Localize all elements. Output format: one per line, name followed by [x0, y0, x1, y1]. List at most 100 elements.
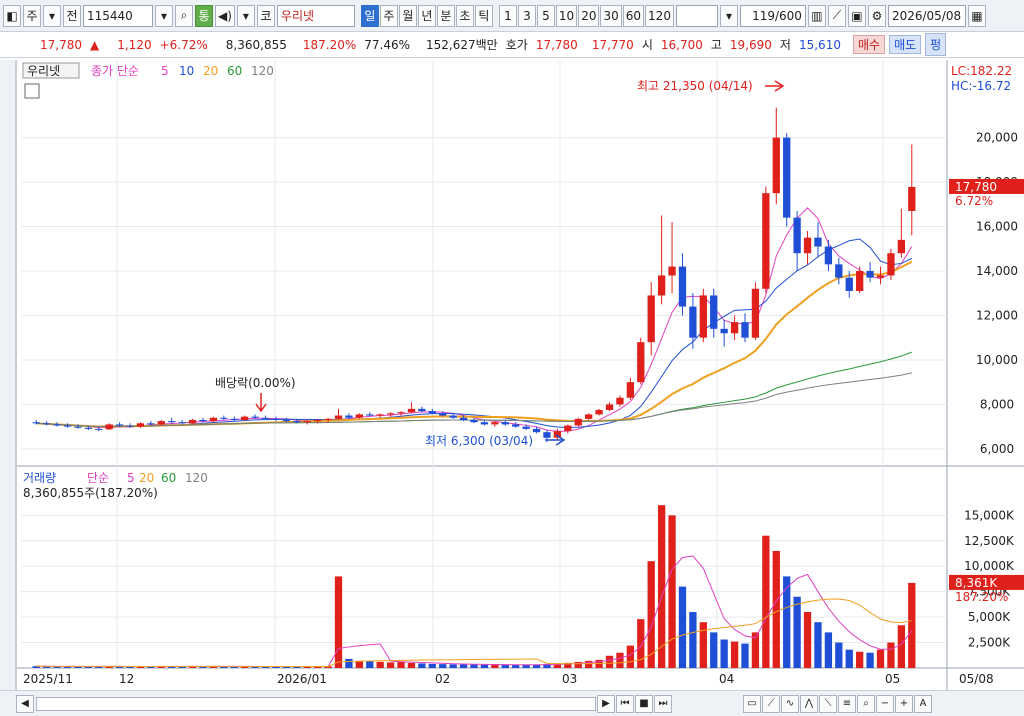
volume-bar	[845, 649, 853, 668]
tool-fibo-icon[interactable]: ≡	[838, 694, 856, 713]
speaker-icon[interactable]: ◀)	[215, 4, 235, 27]
tab-interval-1[interactable]: 3	[517, 4, 536, 27]
save-icon[interactable]: ▣	[847, 4, 866, 27]
buy-button[interactable]: 매수	[852, 35, 886, 54]
stock-name[interactable]: 우리넷	[276, 4, 355, 27]
tab-period-6[interactable]: 틱	[474, 4, 493, 27]
candle-body	[543, 432, 551, 438]
volume-bar	[637, 619, 645, 668]
co-button[interactable]: 코	[256, 4, 275, 27]
interval-dropdown-icon[interactable]: ▾	[719, 4, 738, 27]
text-tool-icon[interactable]: A	[914, 694, 932, 713]
tab-interval-4[interactable]: 20	[578, 4, 600, 27]
market-button[interactable]: 주	[23, 4, 41, 27]
code-dropdown-icon[interactable]: ▾	[155, 4, 173, 27]
magnify-icon[interactable]: ⌕	[857, 694, 875, 713]
change-arrow: ▲	[90, 37, 100, 52]
prev-button[interactable]: 전	[63, 4, 81, 27]
scroll-track[interactable]	[36, 696, 596, 711]
calendar-icon[interactable]: ▦	[967, 4, 986, 27]
tab-period-3[interactable]: 년	[417, 4, 436, 27]
forward-icon[interactable]: ⏭	[654, 694, 672, 713]
gear-icon[interactable]: ⚙	[867, 4, 886, 27]
volume-legend-ma60: 60	[161, 471, 176, 485]
tool-trend-icon[interactable]: ⟍	[819, 694, 837, 713]
tab-period-4[interactable]: 분	[436, 4, 455, 27]
sell-button[interactable]: 매도	[889, 35, 922, 54]
chart-area[interactable]: 20,00018,00016,00014,00012,00010,0008,00…	[16, 60, 1024, 690]
rewind-icon[interactable]: ⏮	[616, 694, 634, 713]
tong-button[interactable]: 통	[195, 4, 213, 27]
tool-wave-icon[interactable]: ∿	[781, 694, 799, 713]
volume-bar	[824, 632, 833, 668]
speaker-dropdown-icon[interactable]: ▾	[236, 4, 255, 27]
volume-bar	[418, 663, 426, 668]
stock-chart[interactable]: 20,00018,00016,00014,00012,00010,0008,00…	[17, 60, 1024, 690]
search-icon[interactable]: ⌕	[175, 4, 193, 27]
code-input[interactable]: 115440	[83, 4, 153, 27]
candle-body	[32, 422, 40, 424]
stop-icon[interactable]: ■	[635, 694, 653, 713]
date-input[interactable]: 2026/05/08	[887, 4, 966, 27]
candle-body	[512, 424, 520, 427]
extra-button[interactable]: 펑	[925, 33, 947, 56]
line-tool-icon[interactable]: ⟋	[827, 4, 846, 27]
low-label: 저	[779, 38, 791, 52]
low-note: 최저 6,300 (03/04)	[425, 434, 533, 448]
tab-interval-2[interactable]: 5	[536, 4, 555, 27]
candle-body	[324, 418, 332, 420]
volume-bar	[616, 652, 624, 668]
scroll-left-icon[interactable]: ◀	[16, 694, 34, 713]
volume-bar	[386, 662, 395, 668]
candle-body	[386, 413, 395, 415]
market-dropdown-icon[interactable]: ▾	[43, 4, 61, 27]
tab-period-1[interactable]: 주	[379, 4, 398, 27]
count-input[interactable]: 119/600	[739, 4, 806, 27]
tool-rect-icon[interactable]: ▭	[743, 694, 761, 713]
legend-stock-name: 우리넷	[27, 64, 60, 78]
play-icon[interactable]: ▶	[597, 694, 615, 713]
chart-type-icon[interactable]: ▥	[807, 4, 826, 27]
candle-body	[355, 414, 363, 418]
volume-tick-label: 12,500K	[964, 534, 1015, 548]
candle-body	[157, 421, 165, 425]
volume-bar	[730, 641, 739, 668]
candle-body	[480, 422, 489, 425]
grid-toggle-icon[interactable]	[24, 83, 40, 99]
tab-interval-5[interactable]: 30	[600, 4, 622, 27]
tab-interval-7[interactable]: 120	[645, 4, 674, 27]
tab-period-2[interactable]: 월	[398, 4, 417, 27]
interval-input[interactable]	[675, 4, 718, 27]
candle-body	[282, 419, 291, 422]
candle-body	[845, 277, 853, 292]
volume-bar	[856, 651, 864, 668]
left-toolstrip[interactable]	[0, 60, 16, 716]
tab-period-0[interactable]: 일	[360, 4, 379, 27]
tool-zigzag-icon[interactable]: ⋀	[800, 694, 818, 713]
candle-body	[220, 417, 228, 419]
volume-legend-ma5: 5	[127, 471, 135, 485]
current-volume-rate-text: 187.20%	[955, 590, 1008, 604]
candle-body	[532, 428, 541, 433]
tab-interval-3[interactable]: 10	[555, 4, 578, 27]
candle-body	[897, 239, 906, 254]
candle-body	[241, 416, 249, 420]
layout-icon[interactable]: ◧	[3, 4, 21, 27]
tab-interval-6[interactable]: 60	[622, 4, 645, 27]
volume-bar	[428, 663, 436, 668]
zoom-out-icon[interactable]: −	[876, 694, 894, 713]
price-tick-label: 8,000	[980, 397, 1014, 411]
turnover-rate: 77.46%	[364, 37, 411, 52]
tab-interval-0[interactable]: 1	[498, 4, 517, 27]
volume-bar	[397, 661, 405, 668]
candle-body	[115, 424, 124, 426]
candle-body	[824, 246, 833, 265]
chart-scrollbar[interactable]: ◀ ▶ ⏮ ■ ⏭ ▭ ⟋ ∿ ⋀ ⟍ ≡ ⌕ − + A	[0, 690, 1024, 716]
tool-line-icon[interactable]: ⟋	[762, 694, 780, 713]
tab-period-5[interactable]: 초	[455, 4, 474, 27]
current-volume-tag-text: 8,361K	[955, 576, 998, 590]
zoom-in-icon[interactable]: +	[895, 694, 913, 713]
volume-value: 8,360,855	[225, 37, 287, 52]
candle-body	[887, 253, 895, 276]
volume-tick-label: 5,000K	[968, 610, 1011, 624]
